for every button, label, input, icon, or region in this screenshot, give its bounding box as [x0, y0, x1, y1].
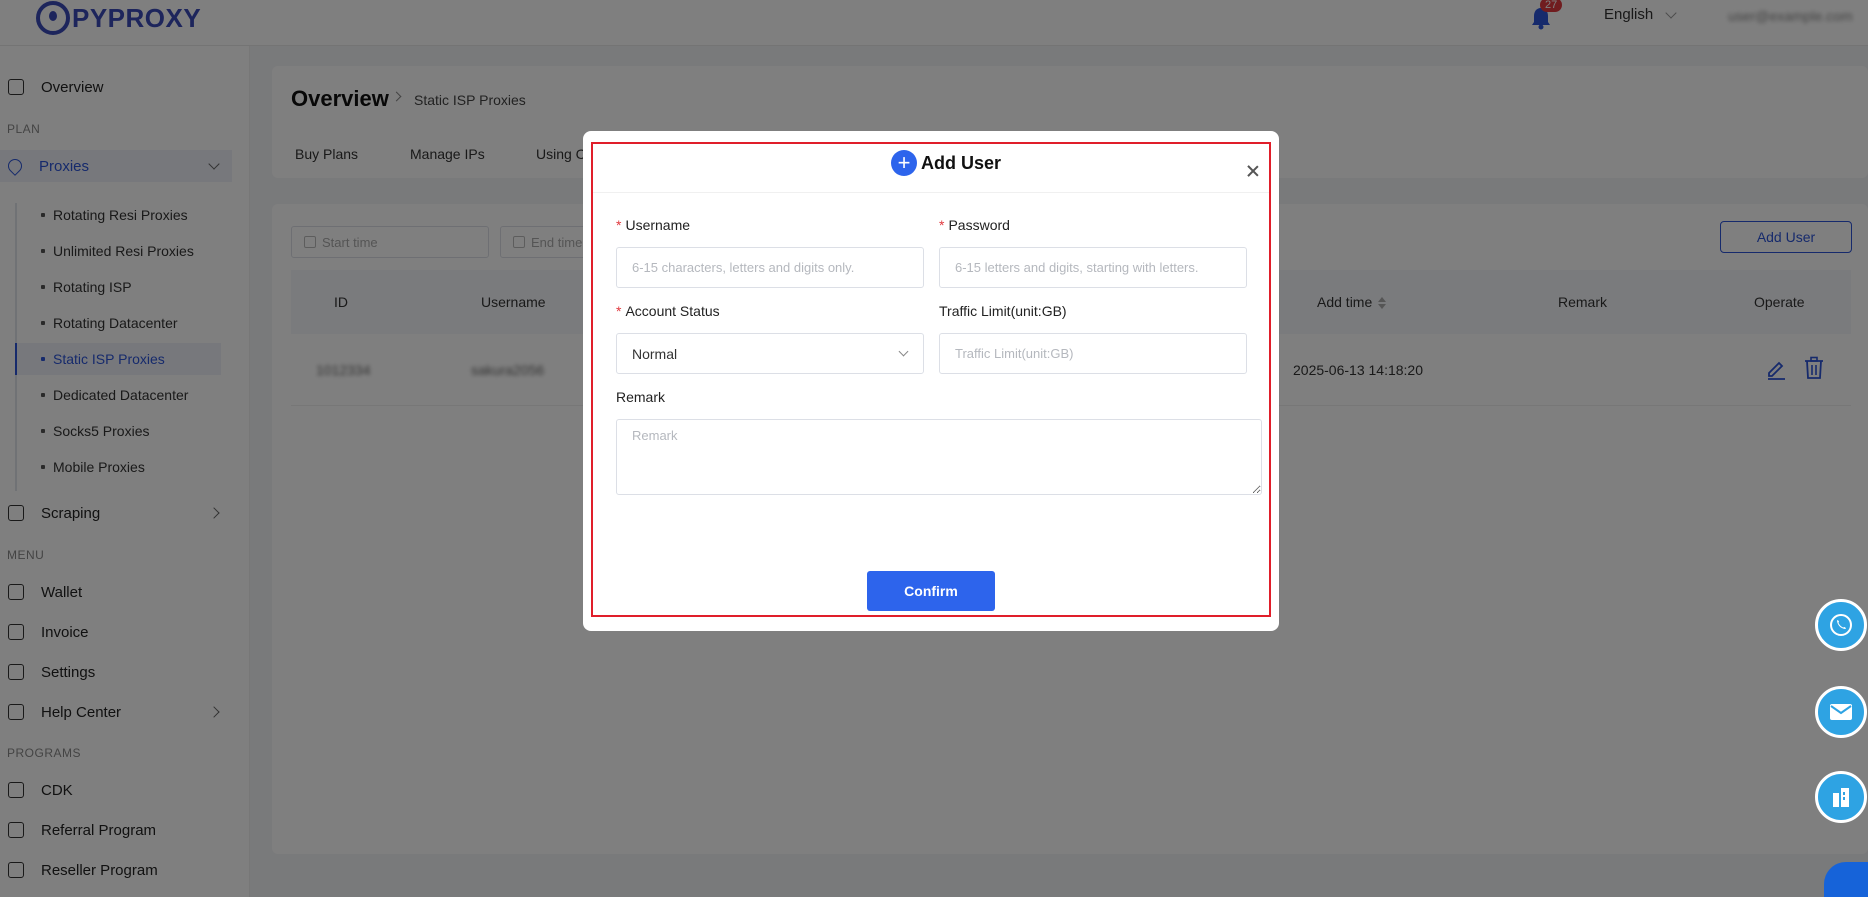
password-label: * Password: [939, 217, 1010, 233]
account-status-value: Normal: [632, 345, 678, 362]
email-button[interactable]: [1815, 686, 1867, 738]
close-icon[interactable]: [1246, 164, 1260, 178]
password-label-text: Password: [948, 217, 1010, 233]
password-input[interactable]: [939, 247, 1247, 288]
account-status-label-text: Account Status: [625, 303, 720, 319]
remark-textarea[interactable]: [616, 419, 1262, 495]
remark-label: Remark: [616, 389, 666, 405]
modal-title-text: Add User: [921, 152, 1002, 173]
plus-icon: +: [891, 150, 917, 176]
traffic-limit-label: Traffic Limit(unit:GB): [939, 303, 1067, 319]
account-status-label: * Account Status: [616, 303, 720, 319]
building-icon: [1833, 788, 1849, 807]
required-mark: *: [939, 217, 945, 233]
chat-button[interactable]: [1824, 862, 1868, 897]
building-button[interactable]: [1815, 771, 1867, 823]
chevron-down-icon: [898, 346, 909, 357]
mail-icon: [1830, 704, 1852, 720]
required-mark: *: [616, 303, 622, 319]
username-input[interactable]: [616, 247, 924, 288]
whatsapp-button[interactable]: [1815, 599, 1867, 651]
modal-title: + Add User: [891, 150, 1001, 176]
modal-header: + Add User: [593, 144, 1269, 193]
add-user-modal: + Add User *Username *Password *Account …: [583, 131, 1279, 631]
username-label: * Username: [616, 217, 690, 233]
traffic-limit-input[interactable]: [939, 333, 1247, 374]
account-status-select[interactable]: Normal: [616, 333, 924, 374]
required-mark: *: [616, 217, 622, 233]
confirm-button[interactable]: Confirm: [867, 571, 995, 611]
highlight-frame: [591, 142, 1271, 617]
phone-icon: [1830, 614, 1852, 636]
username-label-text: Username: [625, 217, 691, 233]
